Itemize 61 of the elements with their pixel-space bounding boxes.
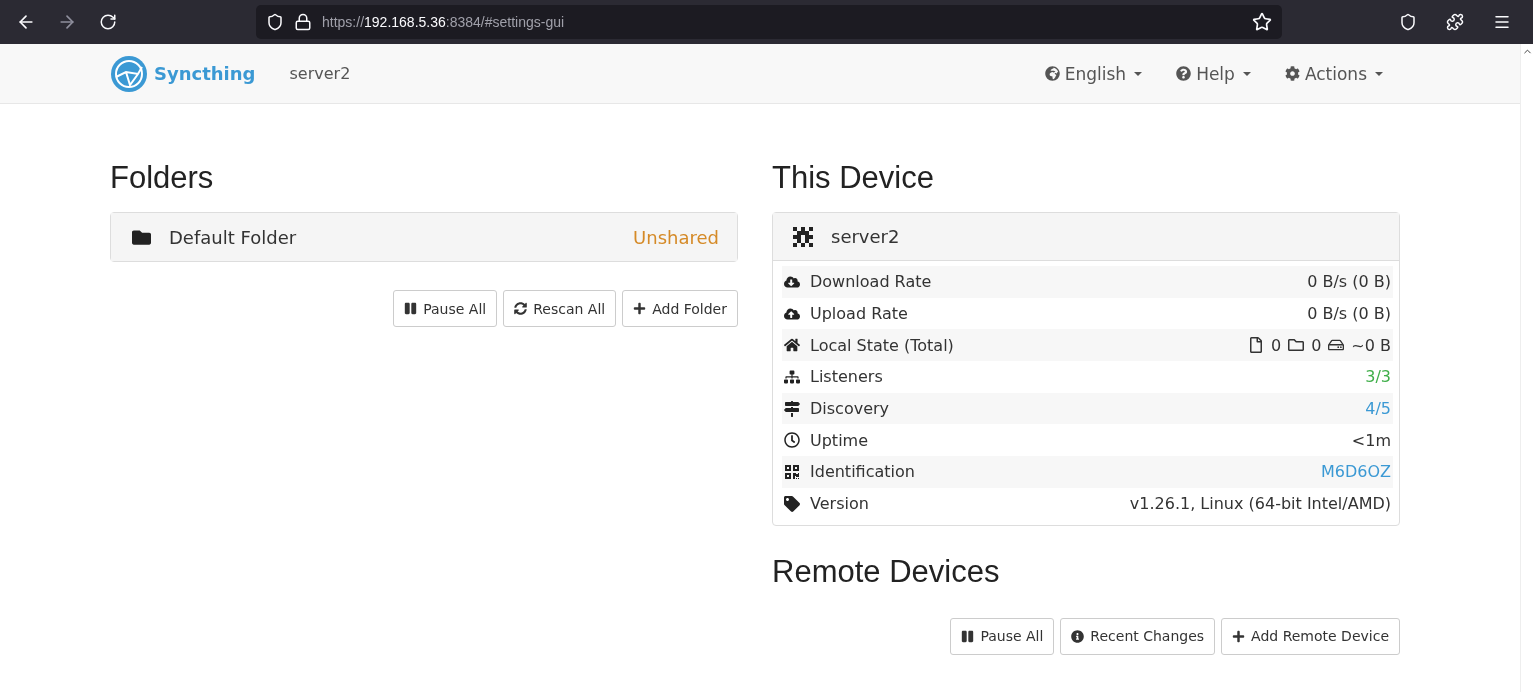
device-name: server2 xyxy=(289,64,351,83)
help-icon xyxy=(1176,66,1192,81)
identicon-icon xyxy=(793,226,813,247)
sitemap-icon xyxy=(782,368,802,385)
pause-icon xyxy=(961,629,975,643)
tag-icon xyxy=(782,495,802,512)
stat-label: Download Rate xyxy=(810,272,933,292)
stat-label: Local State (Total) xyxy=(810,335,955,355)
folder-count: 0 xyxy=(1311,335,1322,355)
refresh-icon xyxy=(514,302,528,315)
nav-menu[interactable]: Actions xyxy=(1284,63,1383,84)
globe-icon xyxy=(1044,66,1060,81)
stat-label: Discovery xyxy=(810,399,891,419)
plus-icon xyxy=(633,302,647,315)
stat-label: Upload Rate xyxy=(810,304,909,324)
size-value: ~0 B xyxy=(1351,335,1391,355)
stat-label: Version xyxy=(810,494,870,514)
stat-label: Identification xyxy=(810,462,916,482)
lock-icon xyxy=(294,13,312,31)
pause-icon xyxy=(404,302,418,315)
cloud-download-icon xyxy=(782,273,802,290)
folder-icon xyxy=(1286,337,1307,354)
folder-name: Default Folder xyxy=(169,226,298,248)
stat-label: Listeners xyxy=(810,367,884,387)
device-action-button[interactable]: Pause All xyxy=(950,617,1055,655)
stat-value: 4/5 xyxy=(1365,399,1391,419)
device-title: server2 xyxy=(831,226,901,247)
url-text: https://192.168.5.36:8384/#settings-gui xyxy=(322,14,566,30)
star-icon[interactable] xyxy=(1252,12,1272,32)
info-icon xyxy=(1071,629,1085,643)
plus-icon xyxy=(1232,629,1246,643)
cloud-upload-icon xyxy=(782,305,802,322)
nav-menu[interactable]: Help xyxy=(1176,63,1251,84)
nav-menu[interactable]: English xyxy=(1044,63,1143,84)
stat-label: Uptime xyxy=(810,430,869,450)
file-count: 0 xyxy=(1270,335,1282,355)
folder-status: Unshared xyxy=(633,226,719,248)
stat-value: v1.26.1, Linux (64-bit Intel/AMD) xyxy=(1129,494,1391,514)
clock-icon xyxy=(782,432,802,449)
folder-action-button[interactable]: Add Folder xyxy=(622,290,738,327)
folder-action-button[interactable]: Rescan All xyxy=(503,290,617,327)
signpost-icon xyxy=(782,400,802,417)
settings-icon xyxy=(1284,66,1300,81)
section-heading: Remote Devices xyxy=(772,553,1001,590)
device-action-button[interactable]: Add Remote Device xyxy=(1221,617,1400,655)
address-bar[interactable]: https://192.168.5.36:8384/#settings-gui xyxy=(256,5,1282,39)
folder-action-button[interactable]: Pause All xyxy=(393,290,498,327)
section-heading: Folders xyxy=(110,160,215,196)
folder-panel[interactable]: Default Folder Unshared xyxy=(110,212,738,262)
stat-value: M6D6OZ xyxy=(1320,462,1391,482)
stat-value: 0 B/s (0 B) xyxy=(1307,304,1391,324)
stat-value: <1m xyxy=(1351,430,1391,450)
logo-icon xyxy=(110,54,148,93)
house-icon xyxy=(782,337,802,354)
folder-icon xyxy=(131,227,151,247)
stat-value: 3/3 xyxy=(1365,367,1391,387)
section-heading: This Device xyxy=(772,160,935,196)
shield-icon xyxy=(266,13,284,31)
device-action-button[interactable]: Recent Changes xyxy=(1060,617,1216,655)
qr-code-icon xyxy=(782,463,802,480)
stat-value: 0 B/s (0 B) xyxy=(1307,272,1391,292)
